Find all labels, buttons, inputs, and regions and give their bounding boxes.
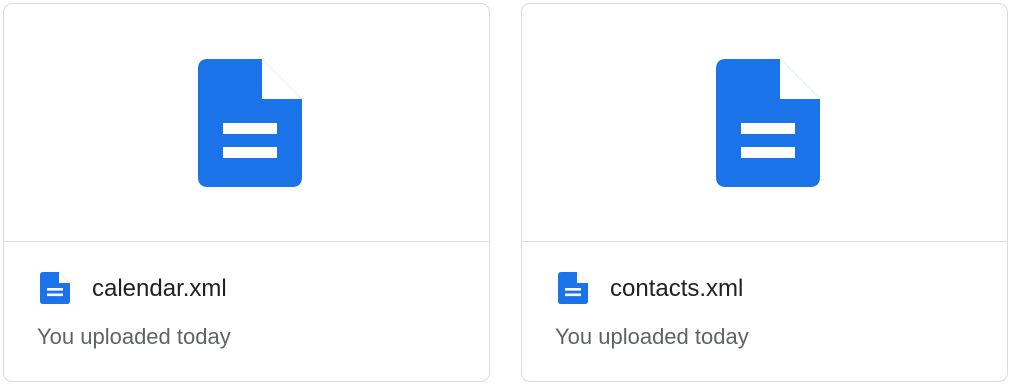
file-preview[interactable] — [522, 4, 1007, 242]
file-card-calendar[interactable]: calendar.xml You uploaded today — [3, 3, 490, 382]
file-card-contacts[interactable]: contacts.xml You uploaded today — [521, 3, 1008, 382]
file-name[interactable]: calendar.xml — [92, 275, 227, 303]
file-info: calendar.xml You uploaded today — [4, 242, 489, 381]
file-upload-status: You uploaded today — [37, 324, 231, 349]
file-name[interactable]: contacts.xml — [610, 275, 743, 303]
file-info: contacts.xml You uploaded today — [522, 242, 1007, 381]
file-grid: calendar.xml You uploaded today contacts… — [0, 0, 1012, 386]
doc-file-icon — [558, 272, 588, 304]
doc-file-icon — [40, 272, 70, 304]
doc-file-icon — [198, 59, 302, 187]
file-upload-status: You uploaded today — [555, 324, 749, 349]
file-preview[interactable] — [4, 4, 489, 242]
doc-file-icon — [716, 59, 820, 187]
